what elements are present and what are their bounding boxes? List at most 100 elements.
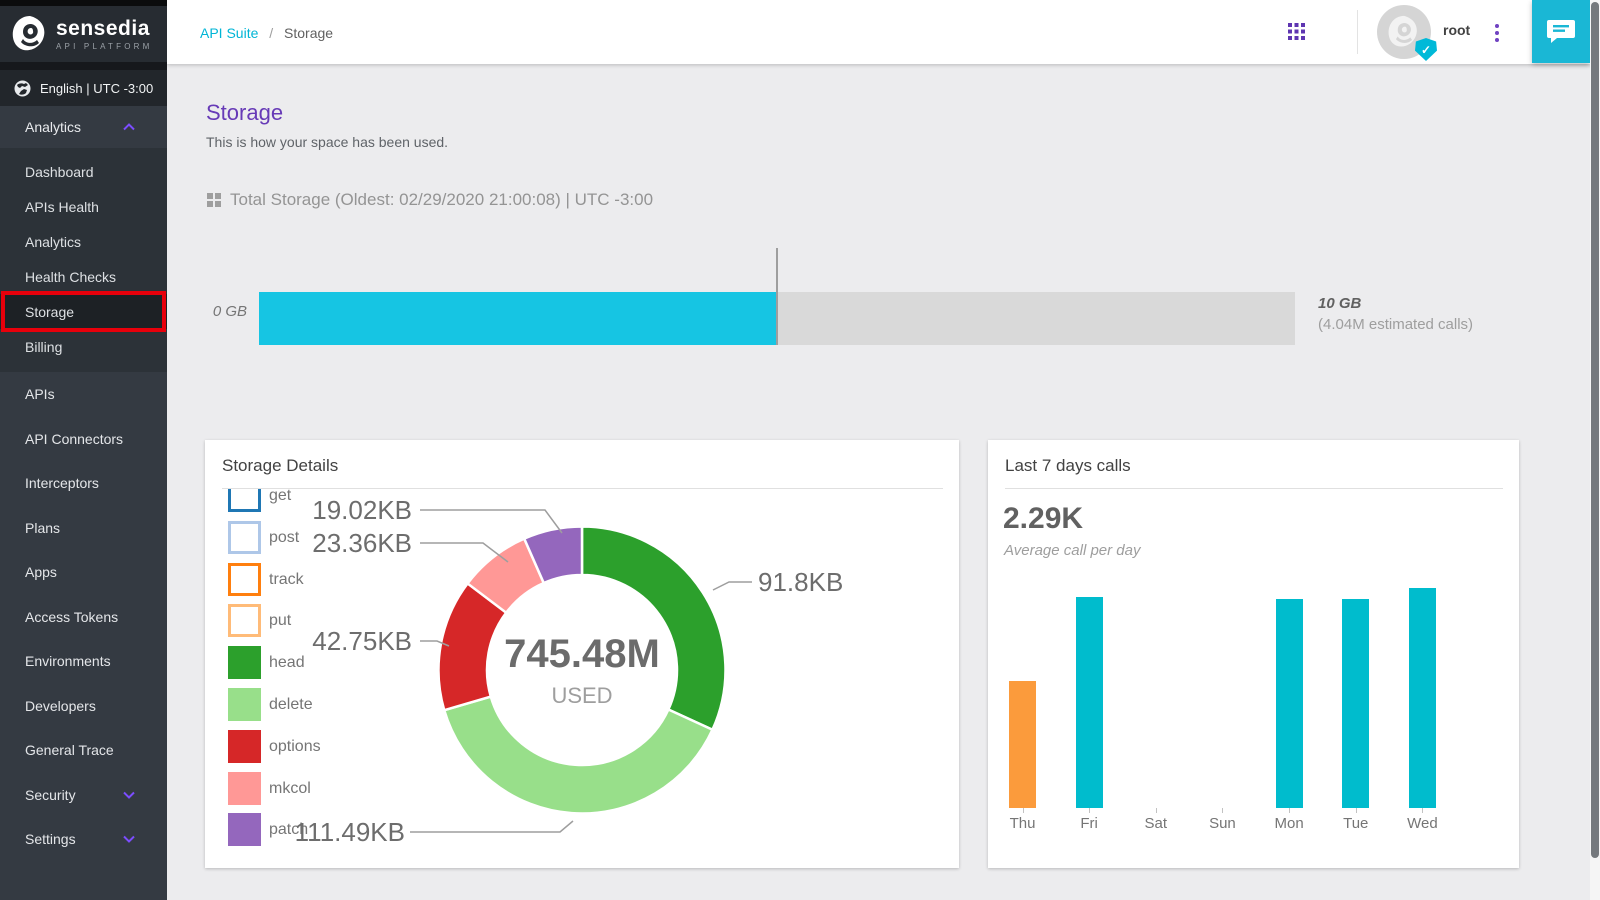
bar-thu[interactable]	[1009, 681, 1036, 808]
language-label: English | UTC -3:00	[40, 81, 153, 96]
sidebar-item-label: Plans	[25, 520, 60, 536]
total-storage-row: Total Storage (Oldest: 02/29/2020 21:00:…	[207, 190, 653, 210]
sidebar-item-label: APIs	[25, 386, 55, 402]
sidebar-group-analytics[interactable]: Analytics	[0, 106, 167, 148]
sidebar-item-label: Billing	[25, 339, 62, 355]
legend-swatch-mkcol[interactable]	[228, 772, 261, 805]
storage-grid-icon	[207, 193, 221, 207]
sidebar-item-health-checks[interactable]: Health Checks	[0, 259, 167, 294]
chat-bubble-icon	[1546, 18, 1576, 46]
axis-tick	[1289, 808, 1290, 813]
sidebar-item-label: Analytics	[25, 234, 81, 250]
app-root: sensedia API PLATFORM English | UTC -3:0…	[0, 0, 1600, 900]
sensedia-logo-icon	[12, 15, 48, 53]
breadcrumb-api-suite[interactable]: API Suite	[200, 25, 258, 41]
bar-fri[interactable]	[1076, 597, 1103, 808]
sidebar-item-developers[interactable]: Developers	[0, 684, 167, 729]
sidebar-divider	[0, 62, 167, 70]
sidebar-item-apps[interactable]: Apps	[0, 550, 167, 595]
bar-tue[interactable]	[1342, 599, 1369, 808]
callout-options: 42.75KB	[252, 626, 412, 657]
axis-tick	[1023, 808, 1024, 813]
sidebar-item-plans[interactable]: Plans	[0, 506, 167, 551]
storage-level-fill	[259, 292, 777, 345]
storage-details-title: Storage Details	[222, 456, 338, 476]
bar-mon[interactable]	[1276, 599, 1303, 808]
chevron-up-icon	[123, 123, 135, 131]
sidebar-item-billing[interactable]: Billing	[0, 329, 167, 364]
sidebar-item-label: Apps	[25, 564, 57, 580]
axis-label-wed: Wed	[1392, 815, 1452, 832]
apps-grid-icon[interactable]	[1288, 23, 1305, 40]
axis-tick	[1422, 808, 1423, 813]
sidebar-item-access-tokens[interactable]: Access Tokens	[0, 595, 167, 640]
sidebar: sensedia API PLATFORM English | UTC -3:0…	[0, 0, 167, 900]
page-subtitle: This is how your space has been used.	[206, 134, 448, 150]
donut-slice-head[interactable]	[582, 527, 725, 730]
legend-label-mkcol: mkcol	[269, 780, 311, 798]
brand-logo[interactable]: sensedia API PLATFORM	[0, 6, 167, 62]
axis-label-sat: Sat	[1126, 815, 1186, 832]
legend-label-delete: delete	[269, 696, 313, 714]
callout-mkcol: 23.36KB	[252, 528, 412, 559]
last-7-days-title: Last 7 days calls	[1005, 456, 1131, 476]
legend-label-track: track	[269, 571, 304, 589]
legend-label-options: options	[269, 738, 321, 756]
sidebar-item-interceptors[interactable]: Interceptors	[0, 461, 167, 506]
sidebar-item-label: Interceptors	[25, 475, 99, 491]
axis-label-sun: Sun	[1192, 815, 1252, 832]
sidebar-item-dashboard[interactable]: Dashboard	[0, 154, 167, 189]
storage-max-label: 10 GB	[1318, 295, 1361, 312]
sidebar-item-label: Health Checks	[25, 269, 116, 285]
sidebar-group-settings[interactable]: Settings	[0, 817, 167, 862]
sidebar-items: APIs API Connectors Interceptors Plans Apps A…	[0, 372, 167, 773]
sidebar-item-apis-health[interactable]: APIs Health	[0, 189, 167, 224]
sidebar-group-label: Analytics	[25, 119, 81, 135]
sidebar-item-label: APIs Health	[25, 199, 99, 215]
axis-tick	[1156, 808, 1157, 813]
card-divider	[1005, 488, 1503, 489]
donut-chart[interactable]	[437, 525, 727, 815]
sidebar-item-api-connectors[interactable]: API Connectors	[0, 417, 167, 462]
average-calls-value: 2.29K	[1003, 502, 1083, 536]
chat-button[interactable]	[1532, 0, 1590, 63]
axis-tick	[1089, 808, 1090, 813]
breadcrumb: API Suite / Storage	[200, 25, 333, 41]
scrollbar-thumb[interactable]	[1591, 2, 1599, 858]
user-menu-kebab-icon[interactable]	[1494, 24, 1500, 42]
breadcrumb-current: Storage	[284, 25, 333, 41]
sidebar-item-label: Access Tokens	[25, 609, 118, 625]
language-selector[interactable]: English | UTC -3:00	[0, 70, 167, 106]
sidebar-item-storage[interactable]: Storage	[0, 294, 167, 329]
storage-estimated-calls: (4.04M estimated calls)	[1318, 316, 1473, 333]
sidebar-item-label: API Connectors	[25, 431, 123, 447]
verified-shield-icon: ✓	[1415, 38, 1437, 61]
analytics-submenu: Dashboard APIs Health Analytics Health Chec…	[0, 148, 167, 372]
sidebar-collapsed-groups: Security Settings	[0, 773, 167, 862]
bar-wed[interactable]	[1409, 588, 1436, 808]
card-divider	[222, 488, 943, 489]
callout-delete: 111.49KB	[245, 817, 405, 848]
donut-slice-delete[interactable]	[444, 697, 712, 814]
page-title: Storage	[206, 100, 283, 126]
breadcrumb-separator: /	[269, 25, 273, 41]
callout-patch: 19.02KB	[252, 495, 412, 526]
sidebar-nav: Analytics Dashboard APIs Health Analytics H…	[0, 106, 167, 862]
sidebar-item-label: General Trace	[25, 742, 114, 758]
callout-head: 91.8KB	[758, 567, 843, 598]
sidebar-item-general-trace[interactable]: General Trace	[0, 728, 167, 773]
sidebar-item-environments[interactable]: Environments	[0, 639, 167, 684]
axis-label-tue: Tue	[1326, 815, 1386, 832]
last-7-days-card: Last 7 days calls 2.29K Average call per…	[988, 440, 1519, 868]
legend-swatch-track[interactable]	[228, 563, 261, 596]
sidebar-item-label: Dashboard	[25, 164, 94, 180]
legend-swatch-options[interactable]	[228, 730, 261, 763]
legend-swatch-delete[interactable]	[228, 688, 261, 721]
sidebar-item-apis[interactable]: APIs	[0, 372, 167, 417]
axis-label-fri: Fri	[1059, 815, 1119, 832]
sidebar-group-label: Settings	[25, 831, 76, 847]
sidebar-item-analytics[interactable]: Analytics	[0, 224, 167, 259]
scrollbar-track[interactable]	[1590, 0, 1600, 900]
storage-level-marker	[776, 248, 778, 345]
sidebar-group-security[interactable]: Security	[0, 773, 167, 818]
